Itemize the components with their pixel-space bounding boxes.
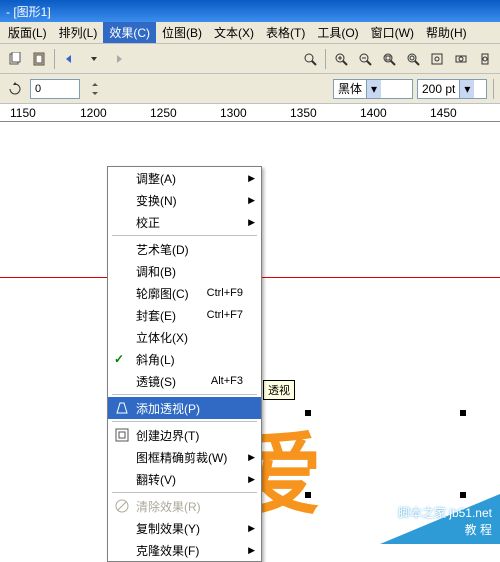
menu-item-transform[interactable]: 变换(N)▶	[108, 189, 261, 211]
menu-arrange[interactable]: 排列(L)	[53, 22, 104, 43]
clear-icon	[114, 498, 130, 514]
rotate-icon[interactable]	[4, 78, 26, 100]
menu-window[interactable]: 窗口(W)	[365, 22, 420, 43]
separator	[54, 49, 55, 69]
menu-item-add-perspective[interactable]: 添加透视(P)	[108, 397, 261, 419]
stepper-icon[interactable]	[84, 78, 106, 100]
search-button[interactable]	[299, 48, 321, 70]
undo-dropdown[interactable]	[83, 48, 105, 70]
menu-text[interactable]: 文本(X)	[208, 22, 260, 43]
font-combo[interactable]: 黑体 ▾	[333, 79, 413, 99]
menu-bitmap[interactable]: 位图(B)	[156, 22, 208, 43]
menu-item-contour[interactable]: 轮廓图(C)Ctrl+F9	[108, 282, 261, 304]
paste-button[interactable]	[28, 48, 50, 70]
menu-item-envelope[interactable]: 封套(E)Ctrl+F7	[108, 304, 261, 326]
menu-item-clear-effect: 清除效果(R)	[108, 495, 261, 517]
zoom-all-button[interactable]	[402, 48, 424, 70]
menu-separator	[112, 421, 257, 422]
menu-item-blend[interactable]: 调和(B)	[108, 260, 261, 282]
title-bar: - [图形1]	[0, 0, 500, 22]
menu-item-bevel[interactable]: ✓斜角(L)	[108, 348, 261, 370]
copy-button[interactable]	[4, 48, 26, 70]
menu-separator	[112, 492, 257, 493]
menu-item-create-boundary[interactable]: 创建边界(T)	[108, 424, 261, 446]
zoom-height-button[interactable]	[474, 48, 496, 70]
submenu-arrow-icon: ▶	[248, 545, 255, 556]
selection-handle[interactable]	[305, 492, 311, 498]
menu-item-powerclip[interactable]: 图框精确剪裁(W)▶	[108, 446, 261, 468]
zoom-page-button[interactable]	[426, 48, 448, 70]
chevron-down-icon[interactable]: ▾	[366, 80, 381, 98]
ruler-mark: 1150	[10, 106, 36, 120]
separator	[493, 79, 494, 99]
menu-item-artistic-media[interactable]: 艺术笔(D)	[108, 238, 261, 260]
ruler-mark: 1450	[430, 106, 457, 120]
zoom-in-button[interactable]	[330, 48, 352, 70]
perspective-icon	[114, 400, 130, 416]
checkmark-icon: ✓	[114, 352, 124, 366]
selection-handle[interactable]	[460, 410, 466, 416]
ruler-mark: 1350	[290, 106, 317, 120]
menu-item-rollover[interactable]: 翻转(V)▶	[108, 468, 261, 490]
ruler-mark: 1250	[150, 106, 177, 120]
watermark: 脚本之家 jb51.net 教 程	[320, 484, 500, 544]
ruler-mark: 1200	[80, 106, 107, 120]
submenu-arrow-icon: ▶	[248, 195, 255, 206]
font-size: 200 pt	[422, 82, 455, 96]
boundary-icon	[114, 427, 130, 443]
menu-item-clone-effect[interactable]: 克隆效果(F)▶	[108, 539, 261, 561]
zoom-width-button[interactable]	[450, 48, 472, 70]
canvas-area[interactable]: 调整(A)▶ 变换(N)▶ 校正▶ 艺术笔(D) 调和(B) 轮廓图(C)Ctr…	[0, 122, 500, 544]
horizontal-ruler: 1150 1200 1250 1300 1350 1400 1450	[0, 104, 500, 122]
submenu-arrow-icon: ▶	[248, 173, 255, 184]
separator	[325, 49, 326, 69]
zoom-selection-button[interactable]	[378, 48, 400, 70]
menu-item-adjust[interactable]: 调整(A)▶	[108, 167, 261, 189]
fontsize-combo[interactable]: 200 pt ▾	[417, 79, 487, 99]
standard-toolbar	[0, 44, 500, 74]
property-bar: 黑体 ▾ 200 pt ▾	[0, 74, 500, 104]
chevron-down-icon[interactable]: ▾	[459, 80, 474, 98]
submenu-arrow-icon: ▶	[248, 217, 255, 228]
ruler-mark: 1400	[360, 106, 387, 120]
submenu-arrow-icon: ▶	[248, 474, 255, 485]
menu-layout[interactable]: 版面(L)	[2, 22, 53, 43]
menu-separator	[112, 235, 257, 236]
submenu-arrow-icon: ▶	[248, 452, 255, 463]
menu-effects[interactable]: 效果(C)	[103, 22, 156, 43]
zoom-out-button[interactable]	[354, 48, 376, 70]
submenu-arrow-icon: ▶	[248, 523, 255, 534]
menu-tools[interactable]: 工具(O)	[311, 22, 364, 43]
redo-button[interactable]	[107, 48, 129, 70]
menu-item-copy-effect[interactable]: 复制效果(Y)▶	[108, 517, 261, 539]
selection-handle[interactable]	[305, 410, 311, 416]
menu-table[interactable]: 表格(T)	[260, 22, 311, 43]
menu-item-extrude[interactable]: 立体化(X)	[108, 326, 261, 348]
watermark-text: 脚本之家 jb51.net 教 程	[398, 504, 492, 538]
window-title: - [图形1]	[6, 3, 51, 20]
ruler-mark: 1300	[220, 106, 247, 120]
tooltip: 透视	[263, 380, 295, 400]
rotation-input[interactable]	[30, 79, 80, 99]
effects-menu-dropdown: 调整(A)▶ 变换(N)▶ 校正▶ 艺术笔(D) 调和(B) 轮廓图(C)Ctr…	[107, 166, 262, 562]
font-name: 黑体	[338, 80, 362, 97]
menu-item-correct[interactable]: 校正▶	[108, 211, 261, 233]
menu-separator	[112, 394, 257, 395]
menu-help[interactable]: 帮助(H)	[420, 22, 473, 43]
menu-bar: 版面(L) 排列(L) 效果(C) 位图(B) 文本(X) 表格(T) 工具(O…	[0, 22, 500, 44]
undo-button[interactable]	[59, 48, 81, 70]
menu-item-lens[interactable]: 透镜(S)Alt+F3	[108, 370, 261, 392]
